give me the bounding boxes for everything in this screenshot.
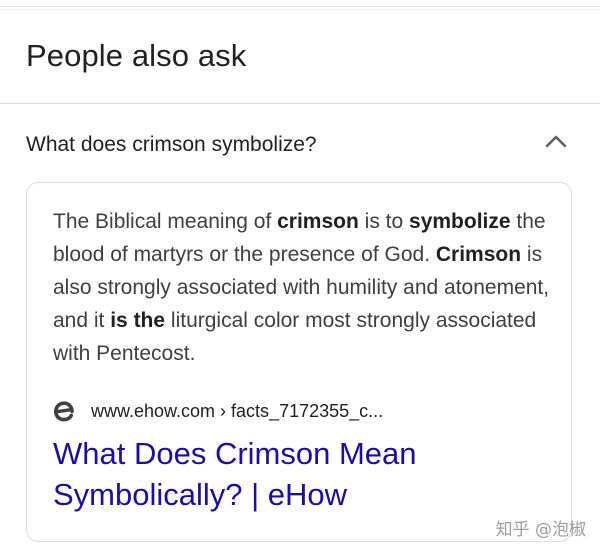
question-row[interactable]: What does crimson symbolize? xyxy=(0,104,600,180)
source-title-line-1: What Does Crimson Mean xyxy=(53,436,417,471)
answer-bold-segment: Crimson xyxy=(435,243,522,266)
question-text: What does crimson symbolize? xyxy=(26,133,317,156)
top-divider-shadow xyxy=(0,9,600,10)
ehow-logo-icon xyxy=(53,401,74,422)
answer-text-segment: The Biblical meaning of xyxy=(53,210,278,233)
source-row[interactable]: www.ehow.com › facts_7172355_c... xyxy=(53,396,553,426)
answer-snippet: The Biblical meaning of crimson is to sy… xyxy=(53,205,563,370)
answer-bold-segment: is the xyxy=(110,309,166,332)
source-title-line-2: Symbolically? | eHow xyxy=(53,477,348,512)
answer-text-segment: is to xyxy=(358,210,410,233)
source-title-link[interactable]: What Does Crimson Mean Symbolically? | e… xyxy=(53,433,523,515)
answer-bold-segment: symbolize xyxy=(409,210,511,233)
source-url: www.ehow.com › facts_7172355_c... xyxy=(91,401,384,421)
section-title: People also ask xyxy=(26,38,247,73)
top-divider xyxy=(0,6,600,7)
answer-card: The Biblical meaning of crimson is to sy… xyxy=(26,182,572,542)
answer-bold-segment: crimson xyxy=(277,210,359,233)
chevron-up-icon[interactable] xyxy=(545,134,567,148)
watermark: 知乎 @泡椒 xyxy=(495,520,586,540)
